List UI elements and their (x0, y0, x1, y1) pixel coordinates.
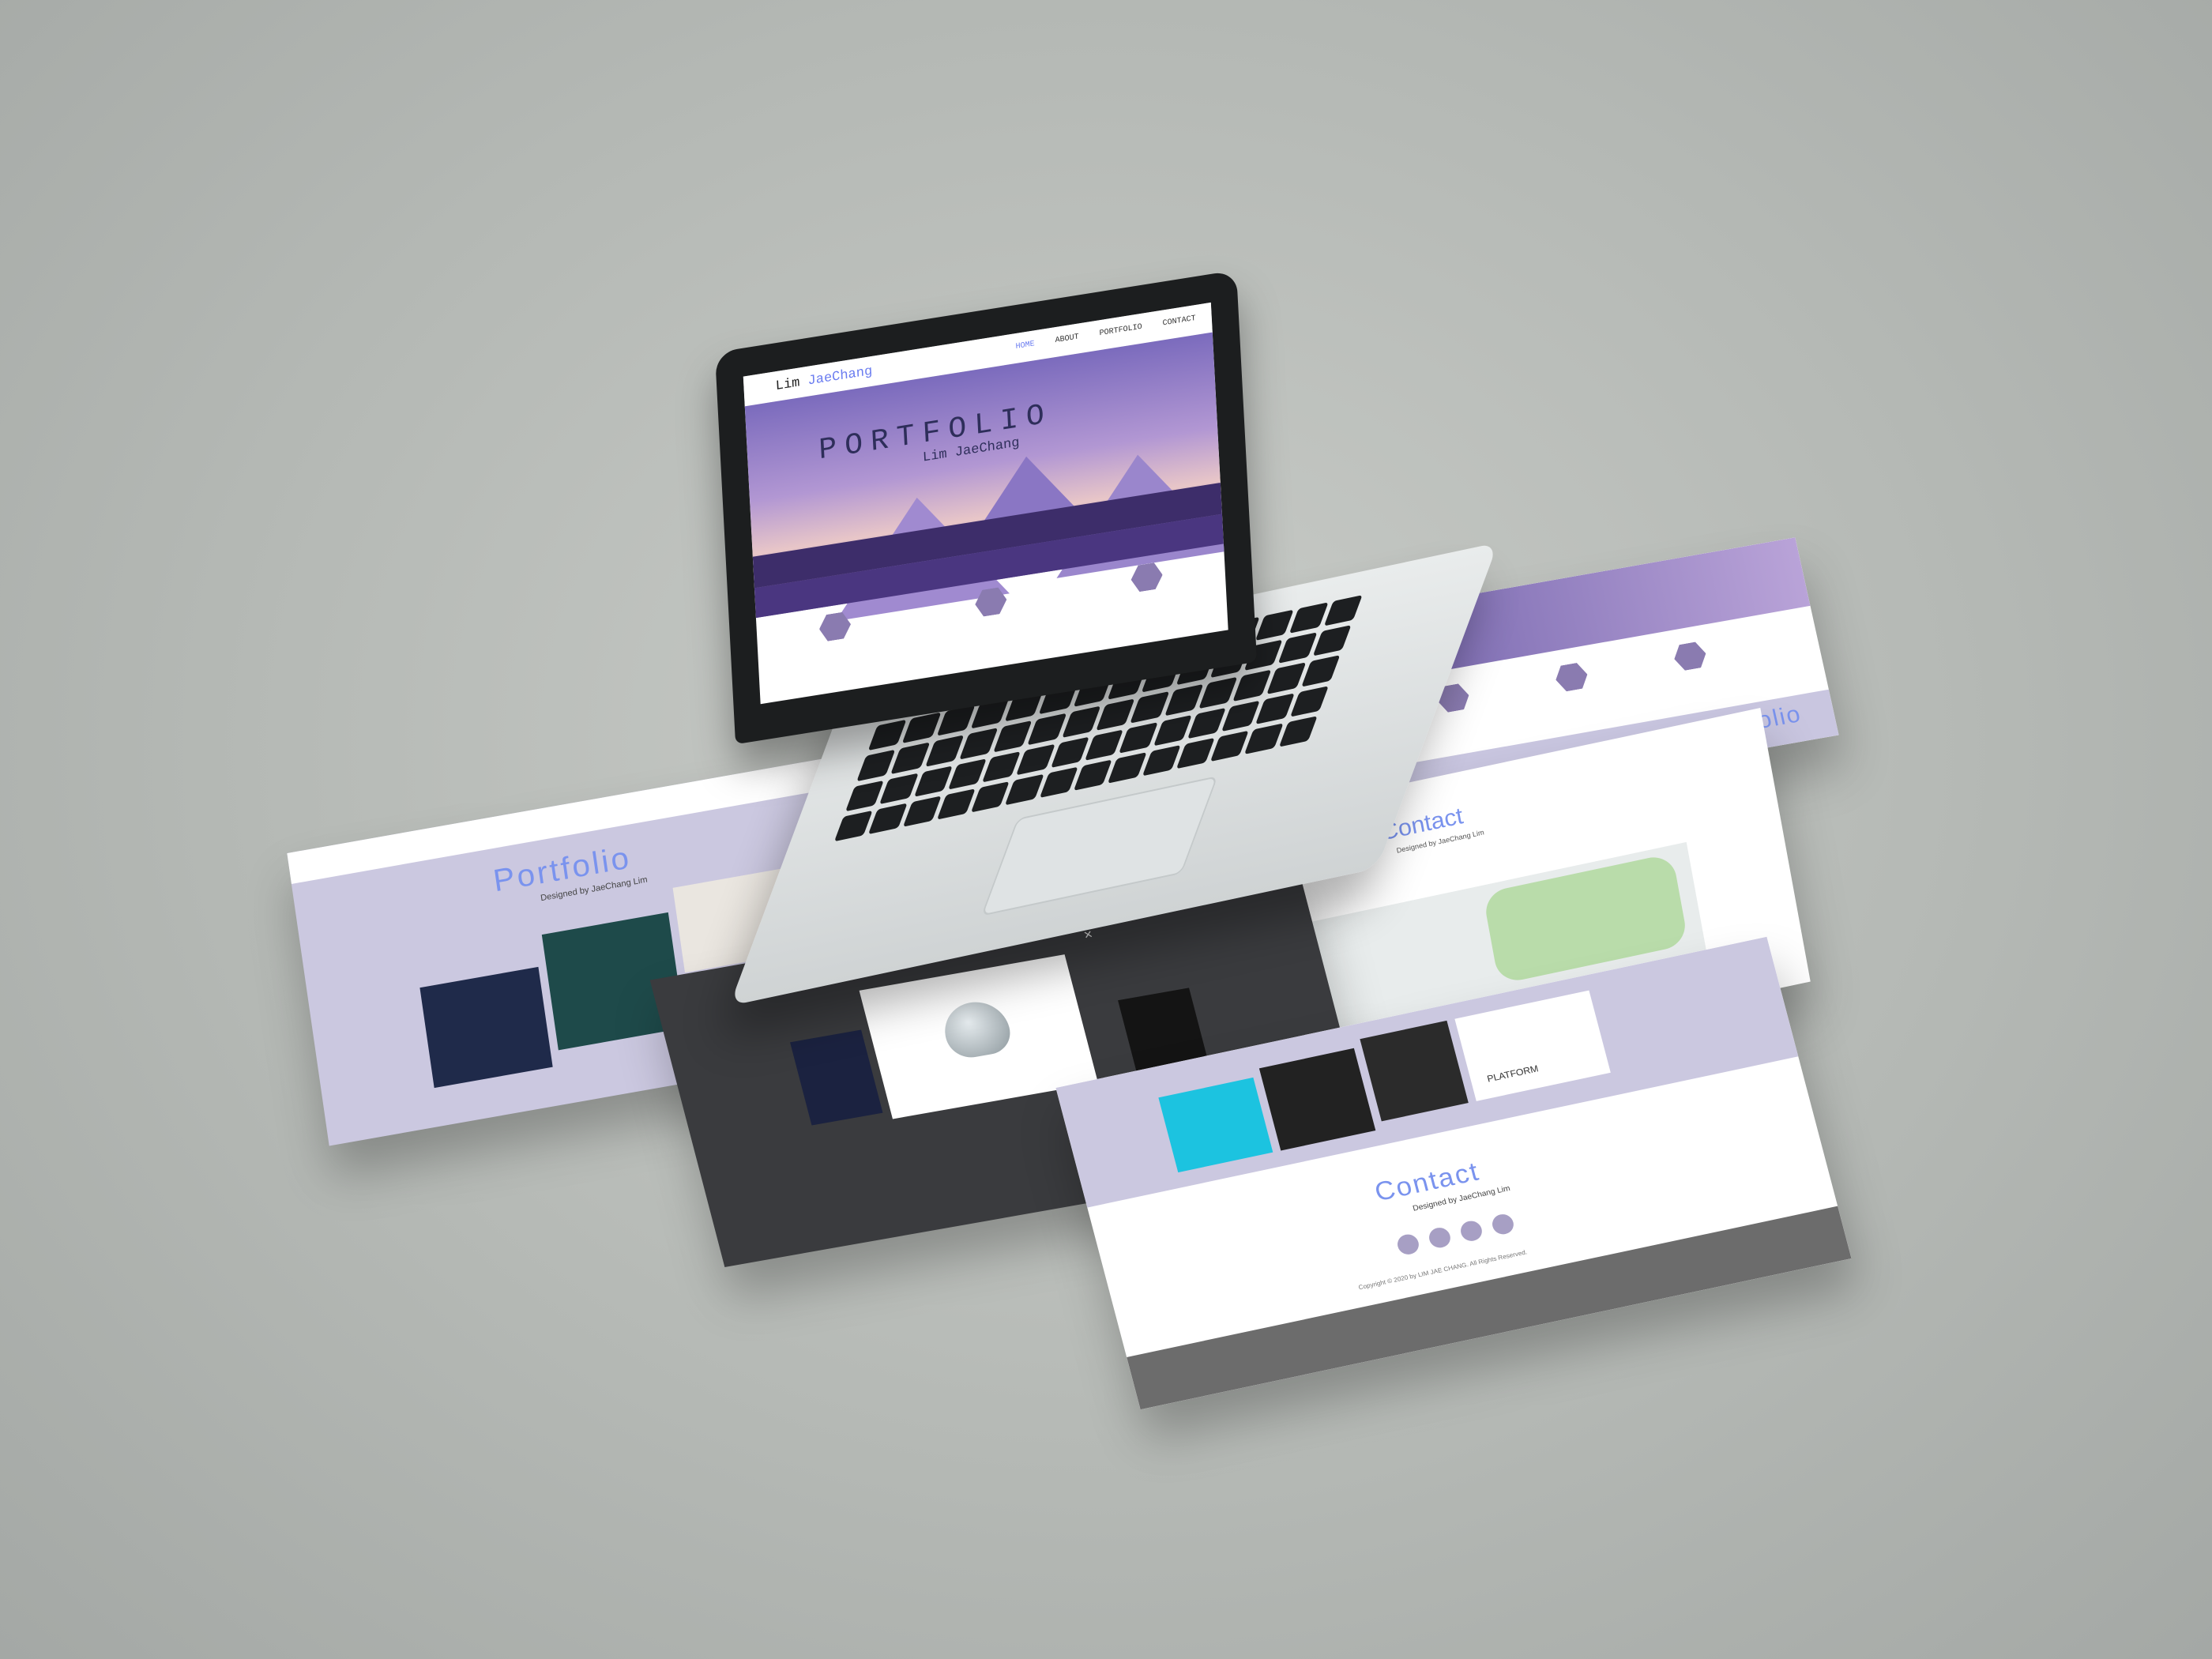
nav-contact[interactable]: CONTACT (1162, 314, 1196, 329)
keyboard-key (879, 773, 919, 804)
keyboard-key (1323, 595, 1363, 626)
portfolio-thumb[interactable] (419, 966, 553, 1089)
nav-portfolio[interactable]: PORTFOLIO (1099, 323, 1142, 338)
twitter-icon[interactable] (1395, 1232, 1421, 1257)
keyboard-key (948, 758, 988, 790)
keyboard-key (833, 810, 874, 842)
keyboard-key (1289, 602, 1329, 634)
keyboard-key (1221, 700, 1261, 732)
hex-icon (974, 586, 1007, 618)
keyboard-key (1108, 752, 1147, 784)
footer-bar (1127, 1206, 1852, 1410)
keyboard-key (1050, 736, 1089, 768)
facebook-icon[interactable] (1458, 1219, 1484, 1243)
hex-icon-p (1553, 661, 1590, 693)
keyboard-key (1039, 766, 1078, 799)
keyboard-key (936, 788, 976, 820)
keyboard-key (902, 796, 942, 827)
keyboard-key (1164, 684, 1204, 716)
keyboard-key (1266, 662, 1306, 694)
hex-icon (818, 611, 852, 642)
keyboard-key (1096, 698, 1135, 731)
keyboard-key (1244, 723, 1284, 754)
keyboard-key (1119, 721, 1158, 754)
keyboard-key (924, 735, 965, 767)
platform-label: PLATFORM (1485, 1063, 1540, 1085)
keyboard-key (890, 742, 930, 774)
keyboard-key (1153, 714, 1192, 747)
keyboard-key (1289, 685, 1329, 717)
keyboard-key (971, 781, 1010, 813)
3d-logo-image (938, 997, 1016, 1062)
keyboard-key (1062, 705, 1101, 738)
laptop-lid: Lim JaeChang HOME ABOUT PORTFOLIO CONTAC… (714, 269, 1258, 745)
hex-icon-b (1672, 641, 1709, 672)
keyboard-key (845, 780, 885, 812)
keyboard-key (1232, 669, 1272, 702)
logo-text-accent: JaeChang (807, 363, 873, 389)
instagram-icon[interactable] (1427, 1225, 1453, 1250)
nav-home[interactable]: HOME (1015, 340, 1035, 352)
keyboard-key (913, 765, 953, 797)
keyboard-key (1073, 759, 1113, 791)
keyboard-key (1142, 744, 1181, 777)
keyboard-key (901, 712, 941, 744)
laptop-screen: Lim JaeChang HOME ABOUT PORTFOLIO CONTAC… (743, 302, 1228, 705)
logo-text: Lim (775, 374, 809, 395)
keyboard-key (1130, 691, 1169, 724)
keyboard-key (993, 720, 1033, 752)
keyboard-key (1005, 773, 1044, 806)
keyboard-key (1176, 737, 1215, 769)
keyboard-key (1312, 625, 1352, 656)
hex-icon (1130, 562, 1164, 593)
keyboard-key (1198, 677, 1238, 709)
keyboard-key (1278, 716, 1318, 747)
keyboard-key (868, 803, 908, 835)
keyboard-key (1255, 609, 1295, 641)
mockup-stage: Portfolio Contact Designed by JaeChang L… (0, 0, 2212, 1659)
mail-icon[interactable] (1490, 1212, 1516, 1236)
keyboard-key (982, 750, 1021, 783)
keyboard-key (1085, 728, 1124, 761)
keyboard-key (867, 719, 907, 751)
keyboard-key (1187, 707, 1227, 739)
keyboard-key (1278, 632, 1318, 664)
keyboard-key (1016, 743, 1055, 776)
keyboard-key (856, 750, 896, 781)
keyboard-key (1027, 713, 1066, 745)
keyboard-key (1210, 730, 1250, 762)
portfolio-thumb (790, 1029, 883, 1126)
keyboard-key (959, 728, 999, 760)
nav-about[interactable]: ABOUT (1055, 333, 1079, 345)
keyboard-key (1255, 692, 1295, 724)
keyboard-key (1301, 655, 1341, 687)
